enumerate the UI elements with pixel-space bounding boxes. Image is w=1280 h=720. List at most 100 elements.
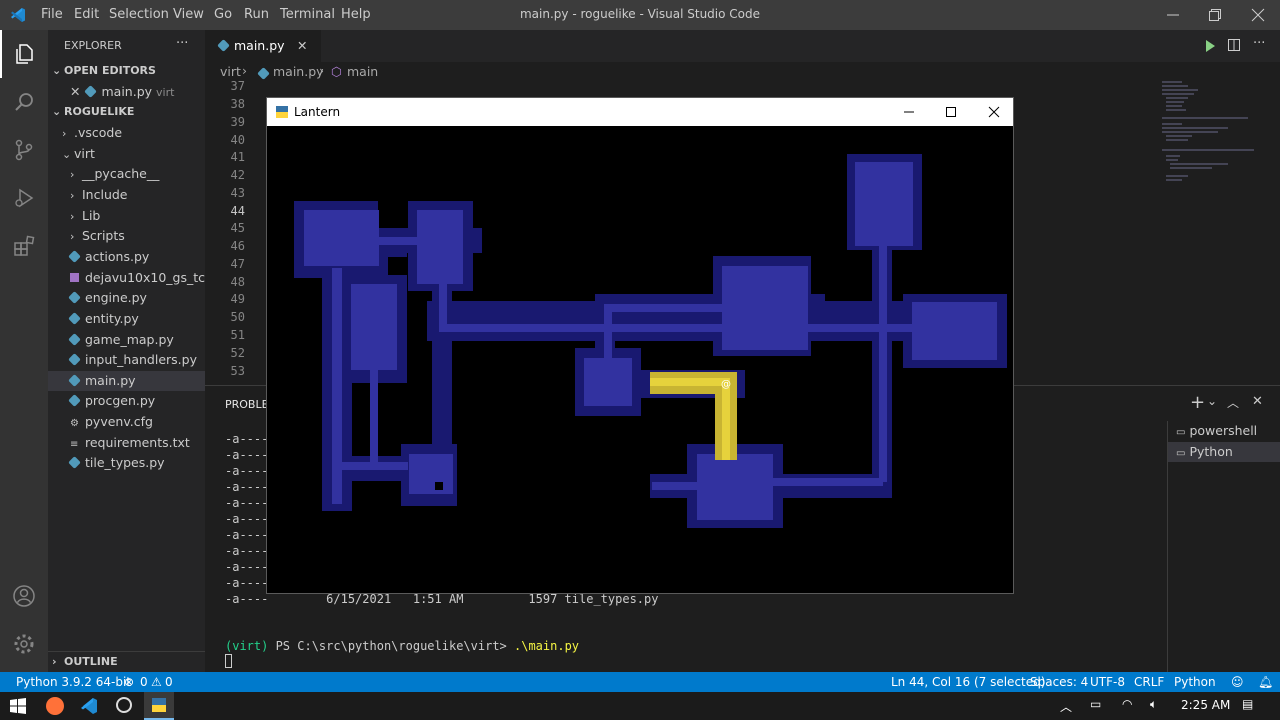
menu-go[interactable]: Go <box>214 7 232 22</box>
menu-view[interactable]: View <box>173 7 204 22</box>
restore-icon[interactable] <box>1208 8 1222 22</box>
line-number: 45 <box>230 221 245 235</box>
clock[interactable]: 2:25 AM <box>1181 698 1230 712</box>
minimize-icon[interactable] <box>1166 8 1180 22</box>
error-icon[interactable]: ⊗ <box>124 672 134 692</box>
feedback-icon[interactable]: ☺ <box>1231 672 1244 692</box>
tree-folder[interactable]: › Scripts <box>48 226 205 246</box>
run-python-file-icon[interactable] <box>1203 39 1217 53</box>
tree-file[interactable]: procgen.py <box>48 391 205 411</box>
tree-folder[interactable]: › Lib <box>48 206 205 226</box>
terminal-item[interactable]: ▭ powershell <box>1168 421 1280 441</box>
tree-folder[interactable]: › __pycache__ <box>48 164 205 184</box>
tree-folder[interactable]: › .vscode <box>48 123 205 143</box>
python-file-icon <box>217 39 230 52</box>
menu-run[interactable]: Run <box>244 7 269 22</box>
line-number: 48 <box>230 275 245 289</box>
warning-count[interactable]: 0 <box>165 672 173 692</box>
tree-file[interactable]: ≡ requirements.txt <box>48 433 205 453</box>
tree-file[interactable]: entity.py <box>48 309 205 329</box>
notifications-bell-icon[interactable]: 🔔︎ <box>1258 672 1273 692</box>
settings-gear-icon[interactable] <box>0 620 48 668</box>
encoding[interactable]: UTF-8 <box>1090 672 1125 692</box>
chevron-down-icon[interactable]: ⌄ <box>1207 394 1217 408</box>
open-editor-folder: virt <box>156 86 175 99</box>
accounts-icon[interactable] <box>0 572 48 620</box>
indentation[interactable]: Spaces: 4 <box>1030 672 1088 692</box>
tree-file[interactable]: actions.py <box>48 247 205 267</box>
vscode-taskbar-icon[interactable] <box>80 697 98 715</box>
windows-start-icon[interactable] <box>10 698 26 714</box>
maximize-panel-icon[interactable]: ︿ <box>1227 394 1239 411</box>
breadcrumb-separator-icon: › <box>319 63 324 78</box>
line-endings[interactable]: CRLF <box>1134 672 1164 692</box>
editor-more-icon[interactable]: ··· <box>1253 36 1265 51</box>
breadcrumb-file[interactable]: main.py <box>273 64 324 79</box>
terminal-line: -a---- <box>225 560 269 574</box>
menu-help[interactable]: Help <box>341 7 371 22</box>
explorer-icon[interactable] <box>0 30 48 78</box>
tree-file[interactable]: ⚙ pyvenv.cfg <box>48 412 205 432</box>
menu-file[interactable]: File <box>41 7 63 22</box>
obs-icon[interactable] <box>116 697 132 713</box>
tree-folder[interactable]: › Include <box>48 185 205 205</box>
minimap[interactable] <box>1158 80 1266 190</box>
title-bar: File Edit Selection View Go Run Terminal… <box>0 0 1280 30</box>
firefox-icon[interactable] <box>46 697 64 715</box>
wifi-icon[interactable]: ◠ <box>1122 697 1132 711</box>
terminal-prompt-line[interactable]: (virt) PS C:\src\python\roguelike\virt> … <box>225 639 579 653</box>
cursor-position[interactable]: Ln 44, Col 16 (7 selected) <box>891 672 1045 692</box>
tab-main-py[interactable]: main.py ✕ <box>205 30 321 62</box>
open-editor-item[interactable]: ✕ main.py virt <box>48 82 205 102</box>
close-tab-icon[interactable]: ✕ <box>297 30 307 62</box>
tree-file[interactable]: input_handlers.py <box>48 350 205 370</box>
symbol-cube-icon: ⬡ <box>331 64 342 79</box>
python-file-icon <box>257 67 270 80</box>
minimize-icon[interactable] <box>903 106 915 118</box>
tree-file[interactable]: tile_types.py <box>48 453 205 473</box>
breadcrumb-folder[interactable]: virt <box>220 64 241 79</box>
menu-selection[interactable]: Selection <box>109 7 169 22</box>
new-terminal-icon[interactable]: + <box>1190 392 1205 413</box>
breadcrumb-symbol[interactable]: main <box>347 64 378 79</box>
battery-icon[interactable]: ▭ <box>1090 697 1101 711</box>
menu-edit[interactable]: Edit <box>74 7 99 22</box>
close-window-icon[interactable] <box>988 106 1000 118</box>
source-control-icon[interactable] <box>0 126 48 174</box>
warning-icon[interactable]: ⚠ <box>151 672 162 692</box>
windows-taskbar: ︿ ▭ ◠ 🔈︎ 2:25 AM ▤ <box>0 692 1280 720</box>
tree-file-selected[interactable]: main.py <box>48 371 205 391</box>
tray-chevron-icon[interactable]: ︿ <box>1060 698 1072 715</box>
run-debug-icon[interactable] <box>0 174 48 222</box>
prompt-path: PS C:\src\python\roguelike\virt> <box>268 639 514 653</box>
close-icon[interactable]: ✕ <box>70 84 80 99</box>
language-mode[interactable]: Python <box>1174 672 1216 692</box>
error-count[interactable]: 0 <box>140 672 148 692</box>
root-folder-section[interactable]: ⌄ ROGUELIKE <box>48 102 205 122</box>
python-file-icon <box>68 250 81 263</box>
python-taskbar-button[interactable] <box>144 692 174 720</box>
menu-terminal[interactable]: Terminal <box>280 7 335 22</box>
python-file-icon <box>84 85 98 98</box>
close-window-icon[interactable] <box>1251 8 1265 22</box>
settings-file-icon: ⚙ <box>70 418 79 429</box>
volume-icon[interactable]: 🔈︎ <box>1150 697 1157 712</box>
tree-file[interactable]: engine.py <box>48 288 205 308</box>
python-interpreter[interactable]: Python 3.9.2 64-bit <box>16 672 131 692</box>
tree-folder[interactable]: ⌄ virt <box>48 144 205 164</box>
split-editor-icon[interactable] <box>1227 38 1241 52</box>
action-center-icon[interactable]: ▤ <box>1242 697 1253 711</box>
more-actions-icon[interactable]: ··· <box>176 36 188 51</box>
extensions-icon[interactable] <box>0 222 48 270</box>
outline-section[interactable]: › OUTLINE <box>48 651 205 671</box>
line-number: 40 <box>230 133 245 147</box>
line-number: 52 <box>230 346 245 360</box>
close-panel-icon[interactable]: ✕ <box>1252 394 1263 409</box>
venv-indicator: (virt) <box>225 639 269 653</box>
terminal-item-active[interactable]: ▭ Python <box>1168 442 1280 462</box>
open-editors-section[interactable]: ⌄ OPEN EDITORS <box>48 61 205 81</box>
tree-file[interactable]: game_map.py <box>48 330 205 350</box>
maximize-icon[interactable] <box>945 106 957 118</box>
tree-file[interactable]: dejavu10x10_gs_tc.p... <box>48 268 205 288</box>
search-icon[interactable] <box>0 78 48 126</box>
